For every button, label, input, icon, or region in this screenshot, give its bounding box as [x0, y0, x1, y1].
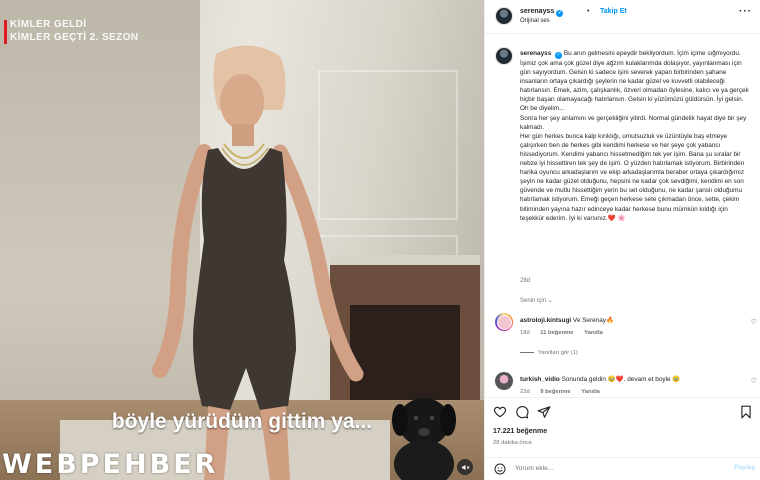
show-title: KİMLER GELDİ KİMLER GEÇTİ 2. SEZON: [4, 18, 139, 44]
post-comment-button[interactable]: Paylaş: [734, 464, 755, 471]
mute-button[interactable]: [457, 459, 473, 475]
post-sidebar: serenayss ✓ • Takip Et Orijinal ses ··· s…: [484, 0, 760, 480]
view-replies-label[interactable]: Yanıtları gör (1): [538, 350, 578, 356]
caption-paragraph: Bu anın gelmesini epeydir bekliyordum. İ…: [520, 50, 749, 113]
heart-icon[interactable]: [493, 405, 507, 419]
caption-paragraph: Sonra her şey anlamını ve gerçekliğini y…: [520, 114, 747, 131]
comment-meta: 23d 9 beğenme Yanıtla: [520, 389, 609, 395]
bookmark-icon[interactable]: [739, 405, 753, 419]
likes-count[interactable]: 17.221 beğenme: [493, 428, 547, 435]
author-username-text[interactable]: serenayss: [520, 8, 554, 15]
comment-input[interactable]: [515, 462, 705, 475]
posted-ago: 28 dakika önce: [493, 440, 532, 446]
action-bar: 17.221 beğenme 28 dakika önce Paylaş: [485, 397, 760, 477]
reel-video[interactable]: KİMLER GELDİ KİMLER GEÇTİ 2. SEZON böyle…: [0, 0, 484, 480]
comment-time: 23d: [520, 389, 530, 395]
comment-likes[interactable]: 11 beğenme: [540, 330, 573, 336]
separator-dot: •: [587, 8, 590, 15]
comment-icon[interactable]: [515, 405, 529, 419]
reply-button[interactable]: Yanıtla: [581, 389, 600, 395]
divider: [520, 351, 534, 353]
video-subtitle: böyle yürüdüm gittim ya...: [111, 410, 373, 433]
comment-body: Sonunda geldin 🥹❤️. devam et boyle 🥹: [561, 376, 681, 383]
comment-username[interactable]: turkish_vidio: [520, 376, 560, 383]
show-title-line2: KİMLER GEÇTİ 2. SEZON: [10, 32, 139, 43]
heart-icon[interactable]: ♡: [751, 318, 757, 326]
verified-badge-icon: ✓: [556, 10, 564, 17]
share-icon[interactable]: [537, 405, 551, 419]
avatar[interactable]: [495, 372, 513, 390]
follow-button[interactable]: Takip Et: [600, 8, 627, 15]
view-replies-button[interactable]: Yanıtları gör (1): [520, 350, 578, 356]
avatar[interactable]: [495, 7, 513, 25]
watermark: WEBPEHBER: [2, 449, 219, 480]
show-title-line1: KİMLER GELDİ: [10, 19, 87, 30]
comment-likes[interactable]: 9 beğenme: [540, 389, 570, 395]
verified-badge-icon: ✓: [555, 52, 563, 59]
caption-paragraph: Her gün herkes bunca kalp kırıklığı, umu…: [520, 132, 745, 222]
author-username[interactable]: serenayss ✓: [520, 8, 564, 17]
comment-body: Ve Serenay🔥: [572, 317, 614, 324]
emoji-icon[interactable]: [494, 463, 506, 475]
brand-bar: [4, 20, 7, 44]
add-comment-bar: Paylaş: [485, 457, 760, 480]
comment-username[interactable]: astroloji.kintsugi: [520, 317, 571, 324]
speaker-muted-icon: [461, 464, 470, 470]
comment-meta: 18d 11 beğenme Yanıtla: [520, 330, 612, 336]
audio-label[interactable]: Orijinal ses: [520, 18, 550, 24]
caption-username[interactable]: serenayss: [520, 50, 551, 57]
comment-text: turkish_vidio Sonunda geldin 🥹❤️. devam …: [520, 375, 735, 383]
comment-text: astroloji.kintsugi Ve Serenay🔥: [520, 316, 735, 324]
post-caption: serenayss ✓ Bu anın gelmesini epeydir be…: [520, 49, 752, 223]
caption-section: serenayss ✓ Bu anın gelmesini epeydir be…: [485, 35, 760, 297]
avatar[interactable]: [495, 313, 513, 331]
post-viewer: KİMLER GELDİ KİMLER GEÇTİ 2. SEZON böyle…: [0, 0, 760, 480]
heart-icon[interactable]: ♡: [751, 377, 757, 385]
for-you-toggle[interactable]: Senin için ⌄: [520, 297, 553, 304]
more-horizontal-icon[interactable]: ···: [739, 6, 752, 17]
post-header: serenayss ✓ • Takip Et Orijinal ses ···: [485, 0, 760, 34]
reply-button[interactable]: Yanıtla: [584, 330, 603, 336]
avatar[interactable]: [495, 47, 513, 65]
comment-time: 18d: [520, 330, 530, 336]
caption-time: 28d: [520, 278, 531, 284]
